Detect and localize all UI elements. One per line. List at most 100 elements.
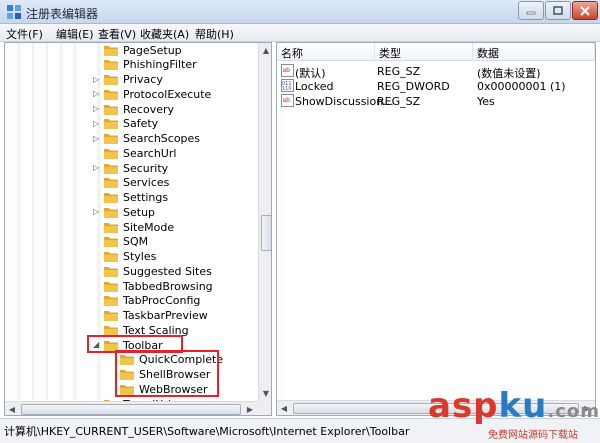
folder-icon <box>104 325 118 336</box>
folder-icon <box>120 384 134 395</box>
maximize-button[interactable] <box>545 1 571 20</box>
tree-item-label: Suggested Sites <box>123 264 212 278</box>
svg-text:ab: ab <box>283 97 291 104</box>
tree-item-label: Recovery <box>123 102 175 116</box>
folder-icon <box>104 45 118 56</box>
folder-icon <box>104 311 118 321</box>
tree-item-searchurl[interactable]: SearchUrl <box>103 146 176 160</box>
registry-key-tree[interactable]: PageSetup PhishingFilter ▷ Privacy ▷ Protocol… <box>4 42 272 416</box>
scroll-corner <box>258 401 271 415</box>
tree-item-services[interactable]: Services <box>103 176 169 190</box>
value-row[interactable]: ab ShowDiscussion... REG_SZ Yes <box>277 94 595 109</box>
collapse-arrow-icon[interactable]: ◢ <box>93 341 101 349</box>
tree-item-shellbrowser[interactable]: ShellBrowser <box>119 368 210 382</box>
tree-item-recovery[interactable]: ▷ Recovery <box>93 102 175 116</box>
folder-icon <box>104 252 118 262</box>
expand-arrow-icon[interactable]: ▷ <box>93 75 101 84</box>
tree-item-searchscopes[interactable]: ▷ SearchScopes <box>93 132 201 146</box>
tree-horizontal-scrollbar[interactable]: ◀ ▶ <box>5 401 258 415</box>
registry-values-list[interactable]: 名称 类型 数据 ab (默认) REG_SZ (数值未设置) 011 110 … <box>276 42 596 416</box>
tree-item-sqm[interactable]: SQM <box>103 235 148 249</box>
value-row[interactable]: ab (默认) REG_SZ (数值未设置) <box>277 64 595 80</box>
expand-arrow-icon[interactable]: ▷ <box>93 119 101 128</box>
folder-icon <box>104 222 118 233</box>
tree-vertical-scroll-thumb[interactable] <box>261 215 271 251</box>
folder-icon <box>104 266 118 277</box>
tree-item-label: Text Scaling <box>123 323 189 337</box>
tree-item-settings[interactable]: Settings <box>103 191 168 205</box>
minimize-button[interactable] <box>518 1 544 20</box>
tree-item-styles[interactable]: Styles <box>103 250 156 264</box>
tree-item-pagesetup[interactable]: PageSetup <box>103 43 182 57</box>
expand-arrow-icon[interactable]: ▷ <box>93 105 101 113</box>
expand-arrow-icon[interactable]: ▷ <box>93 90 101 98</box>
column-header-type[interactable]: 类型 <box>375 43 473 61</box>
column-header-name[interactable]: 名称 <box>277 43 375 61</box>
window-title: 注册表编辑器 <box>26 7 99 21</box>
tree-item-taskbarpreview[interactable]: TaskbarPreview <box>103 309 208 323</box>
tree-item-label: Setup <box>123 205 156 219</box>
tree-item-label: SearchScopes <box>123 132 201 145</box>
menu-view[interactable]: 查看(V) <box>98 26 136 42</box>
string-value-icon: ab <box>281 94 294 107</box>
tree-item-label: QuickComplete <box>139 353 224 367</box>
tree-item-label: ProtocolExecute <box>123 87 212 101</box>
tree-item-webbrowser[interactable]: WebBrowser <box>119 382 208 396</box>
scroll-left-icon[interactable]: ◀ <box>5 402 19 415</box>
folder-icon <box>104 134 118 144</box>
menu-favorites[interactable]: 收藏夹(A) <box>140 26 189 42</box>
value-type: REG_SZ <box>377 65 421 78</box>
tree-horizontal-scroll-thumb[interactable] <box>21 404 241 415</box>
menu-help[interactable]: 帮助(H) <box>195 26 234 42</box>
tree-item-safety[interactable]: ▷ Safety <box>93 117 158 131</box>
scroll-up-icon[interactable]: ▲ <box>259 43 271 57</box>
tree-item-security[interactable]: ▷ Security <box>93 161 168 175</box>
folder-icon <box>104 89 118 100</box>
tree-item-label: TabProcConfig <box>123 294 201 308</box>
tree-item-toolbar[interactable]: ◢ Toolbar <box>93 338 163 352</box>
expand-arrow-icon[interactable]: ▷ <box>93 134 101 143</box>
value-data: 0x00000001 (1) <box>477 80 566 93</box>
expand-arrow-icon[interactable]: ▷ <box>93 208 101 216</box>
tree-item-label: Services <box>123 176 170 190</box>
tree-item-label: SiteMode <box>123 220 175 234</box>
expand-arrow-icon[interactable]: ▷ <box>93 164 101 172</box>
folder-icon <box>104 193 118 203</box>
tree-item-phishingfilter[interactable]: PhishingFilter <box>103 58 197 72</box>
aspku-watermark-logo: aspku.com 免费网站源码下载站 <box>428 386 599 441</box>
tree-item-label: TabbedBrowsing <box>123 279 213 293</box>
folder-icon <box>104 148 118 159</box>
menu-file[interactable]: 文件(F) <box>6 26 43 42</box>
tree-item-privacy[interactable]: ▷ Privacy <box>93 73 163 87</box>
tree-item-label: TaskbarPreview <box>123 309 208 322</box>
tree-item-quickcomplete[interactable]: QuickComplete <box>119 353 223 367</box>
value-row[interactable]: 011 110 Locked REG_DWORD 0x00000001 (1) <box>277 79 595 94</box>
tree-item-sitemode[interactable]: SiteMode <box>103 220 174 234</box>
tree-vertical-scrollbar[interactable]: ▲ ▼ <box>258 43 271 401</box>
minimize-icon <box>526 11 536 14</box>
tree-item-label: Settings <box>123 191 169 204</box>
tree-item-label: SQM <box>123 235 149 249</box>
scroll-right-icon[interactable]: ▶ <box>243 402 257 415</box>
menu-edit[interactable]: 编辑(E) <box>56 26 94 42</box>
maximize-icon <box>553 6 563 15</box>
tree-item-label: WebBrowser <box>139 382 208 396</box>
value-data: Yes <box>477 95 495 108</box>
tree-item-tabbedbrowsing[interactable]: TabbedBrowsing <box>103 279 213 293</box>
scroll-down-icon[interactable]: ▼ <box>259 386 271 400</box>
scroll-left-icon[interactable]: ◀ <box>277 401 291 415</box>
tree-item-setup[interactable]: ▷ Setup <box>93 205 156 219</box>
tree-item-tabprocconfig[interactable]: TabProcConfig <box>103 294 200 308</box>
value-type: REG_DWORD <box>377 80 450 93</box>
tree-item-suggested-sites[interactable]: Suggested Sites <box>103 264 212 278</box>
tree-item-text-scaling[interactable]: Text Scaling <box>103 323 189 337</box>
watermark-subtitle: 免费网站源码下载站 <box>488 430 578 441</box>
value-name: Locked <box>295 80 334 93</box>
dword-value-icon: 011 110 <box>281 79 294 92</box>
value-type: REG_SZ <box>377 95 421 108</box>
close-button[interactable] <box>572 1 598 20</box>
column-header-data[interactable]: 数据 <box>473 43 595 61</box>
tree-item-label: Toolbar <box>123 338 163 352</box>
tree-item-label: SearchUrl <box>123 146 177 160</box>
tree-item-protocolexecute[interactable]: ▷ ProtocolExecute <box>93 87 212 101</box>
